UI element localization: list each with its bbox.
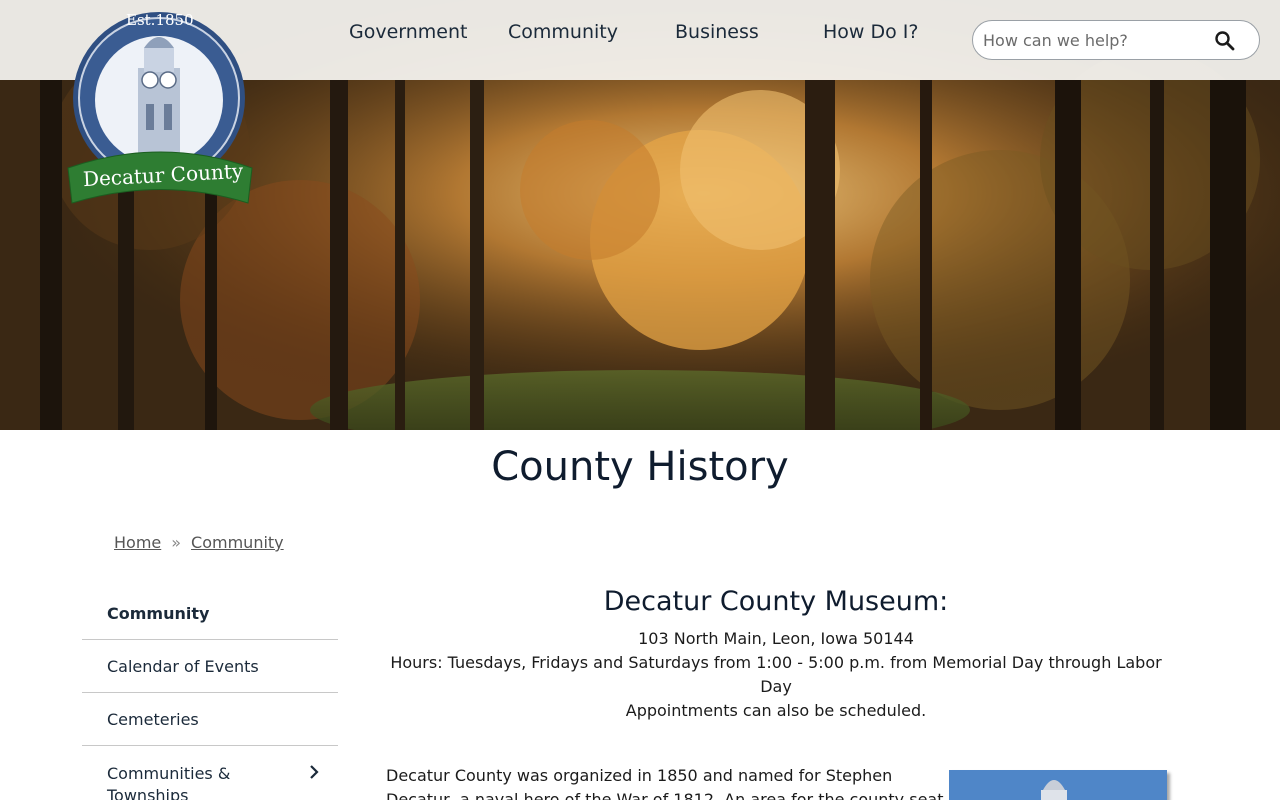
nav-business[interactable]: Business: [675, 21, 759, 43]
breadcrumb-home-link[interactable]: Home: [114, 533, 161, 552]
logo-est-text: Est.1850: [126, 11, 194, 29]
breadcrumb-separator: »: [171, 533, 182, 552]
search-input[interactable]: [983, 30, 1203, 50]
nav-community[interactable]: Community: [508, 21, 618, 43]
main-content: Decatur County Museum: 103 North Main, L…: [386, 586, 1167, 800]
museum-appointments: Appointments can also be scheduled.: [625, 701, 927, 720]
search-icon[interactable]: [1213, 29, 1237, 53]
search-box: [972, 20, 1260, 60]
page-title: County History: [491, 444, 789, 490]
sidebar-item-cemeteries[interactable]: Cemeteries: [82, 693, 338, 746]
nav-government[interactable]: Government: [349, 21, 468, 43]
sidebar-item-communities-townships[interactable]: Communities & Townships: [82, 746, 338, 800]
county-logo[interactable]: Est.1850 Decatur County: [66, 8, 256, 208]
sidebar-item-calendar[interactable]: Calendar of Events: [82, 640, 338, 693]
chevron-right-icon[interactable]: [308, 764, 320, 780]
breadcrumb-community-link[interactable]: Community: [191, 533, 284, 552]
museum-hours: Hours: Tuesdays, Fridays and Saturdays f…: [390, 653, 1162, 696]
sidebar-nav: Community Calendar of Events Cemeteries …: [82, 588, 338, 800]
museum-info: 103 North Main, Leon, Iowa 50144 Hours: …: [386, 627, 1166, 723]
nav-how-do-i[interactable]: How Do I?: [823, 21, 918, 43]
sidebar-item-label: Cemeteries: [107, 709, 199, 729]
courthouse-image: [949, 770, 1167, 800]
history-paragraph: Decatur County was organized in 1850 and…: [386, 766, 944, 800]
museum-address: 103 North Main, Leon, Iowa 50144: [638, 629, 914, 648]
sidebar-heading-community[interactable]: Community: [82, 588, 338, 640]
museum-heading: Decatur County Museum:: [603, 586, 949, 617]
courthouse-photo: [949, 770, 1167, 800]
sidebar-item-label: Communities & Townships: [107, 764, 231, 800]
sidebar-item-label: Calendar of Events: [107, 656, 259, 676]
breadcrumb: Home » Community: [114, 533, 284, 552]
